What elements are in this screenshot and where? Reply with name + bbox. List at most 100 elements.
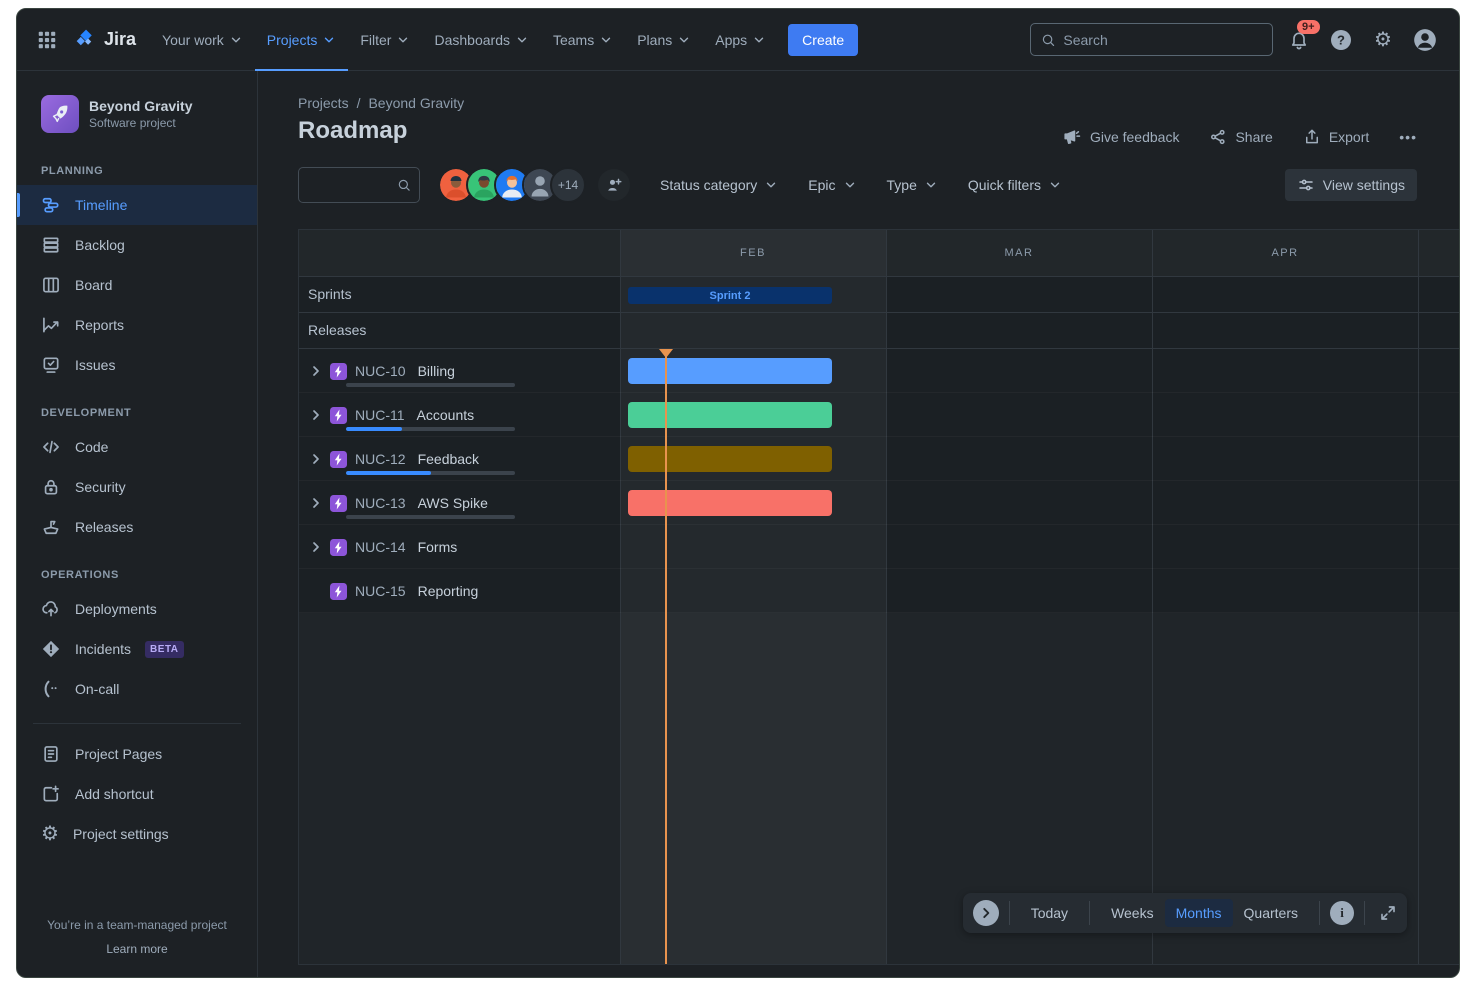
timeline-search-input[interactable]	[307, 177, 397, 193]
status-category-dropdown[interactable]: Status category	[660, 177, 778, 193]
info-icon[interactable]: i	[1330, 901, 1354, 925]
epic-row[interactable]: NUC-12 Feedback	[299, 437, 1459, 481]
sidebar-item-reports[interactable]: Reports	[17, 305, 257, 345]
breadcrumb-project-name[interactable]: Beyond Gravity	[368, 95, 464, 111]
chevron-down-icon	[843, 178, 857, 192]
epic-schedule-bar[interactable]	[628, 490, 832, 516]
create-button[interactable]: Create	[788, 24, 858, 56]
weeks-button[interactable]: Weeks	[1100, 899, 1165, 927]
assignee-avatar-group: +14	[438, 167, 586, 203]
breadcrumb-projects[interactable]: Projects	[298, 95, 349, 111]
sidebar-item-backlog[interactable]: Backlog	[17, 225, 257, 265]
timeline-icon	[41, 195, 61, 215]
timeline-search[interactable]	[298, 167, 420, 203]
global-search-input[interactable]	[1063, 32, 1262, 48]
sidebar-item-label: On-call	[75, 681, 119, 697]
more-actions-button[interactable]: •••	[1399, 129, 1417, 145]
nav-item-filter[interactable]: Filter	[348, 9, 422, 71]
issues-icon	[41, 355, 61, 375]
expand-chevron-icon[interactable]	[308, 363, 324, 379]
sprint-bar[interactable]: Sprint 2	[628, 287, 832, 304]
months-button[interactable]: Months	[1165, 899, 1233, 927]
epic-icon	[330, 451, 347, 468]
nav-item-dashboards[interactable]: Dashboards	[422, 9, 541, 71]
document-icon	[41, 744, 61, 764]
ship-icon	[41, 517, 61, 537]
nav-item-teams[interactable]: Teams	[541, 9, 625, 71]
board-icon	[41, 275, 61, 295]
sidebar-item-incidents[interactable]: Incidents BETA	[17, 629, 257, 669]
project-header[interactable]: Beyond Gravity Software project	[17, 91, 257, 143]
share-button[interactable]: Share	[1209, 128, 1272, 146]
sidebar-divider	[33, 723, 241, 724]
view-settings-label: View settings	[1323, 177, 1405, 193]
global-search[interactable]	[1030, 23, 1273, 56]
expand-chevron-icon[interactable]	[308, 407, 324, 423]
epic-icon	[330, 363, 347, 380]
view-settings-button[interactable]: View settings	[1285, 169, 1417, 201]
avatar-overflow-count[interactable]: +14	[550, 167, 586, 203]
fullscreen-icon[interactable]	[1379, 904, 1397, 922]
profile-button[interactable]	[1409, 24, 1441, 56]
epic-row[interactable]: NUC-15 Reporting	[299, 569, 1459, 613]
nav-item-plans[interactable]: Plans	[625, 9, 703, 71]
epic-schedule-bar[interactable]	[628, 446, 832, 472]
releases-label: Releases	[299, 313, 1459, 348]
sidebar-item-deployments[interactable]: Deployments	[17, 589, 257, 629]
epic-progress	[346, 471, 515, 475]
chevron-down-icon	[229, 33, 243, 47]
nav-item-your-work[interactable]: Your work	[150, 9, 255, 71]
sidebar-item-add-shortcut[interactable]: Add shortcut	[17, 774, 257, 814]
add-people-button[interactable]	[598, 169, 630, 201]
jira-home-link[interactable]: Jira	[73, 27, 136, 52]
expand-chevron-icon[interactable]	[308, 539, 324, 555]
code-icon	[41, 437, 61, 457]
epic-row[interactable]: NUC-11 Accounts	[299, 393, 1459, 437]
sidebar-item-security[interactable]: Security	[17, 467, 257, 507]
sidebar-item-label: Code	[75, 439, 108, 455]
month-label-feb: FEB	[740, 247, 766, 259]
lock-icon	[41, 477, 61, 497]
epic-schedule-bar[interactable]	[628, 358, 832, 384]
epic-dropdown[interactable]: Epic	[808, 177, 856, 193]
sidebar-item-timeline[interactable]: Timeline	[17, 185, 257, 225]
chevron-down-icon	[396, 33, 410, 47]
sidebar-item-board[interactable]: Board	[17, 265, 257, 305]
timeline-zoom-controls: Today Weeks Months Quarters i	[963, 893, 1407, 933]
epic-row[interactable]: NUC-13 AWS Spike	[299, 481, 1459, 525]
chevron-down-icon	[1048, 178, 1062, 192]
quick-filters-dropdown[interactable]: Quick filters	[968, 177, 1062, 193]
notifications-button[interactable]: 9+	[1283, 24, 1315, 56]
scroll-next-button[interactable]	[973, 900, 999, 926]
epic-title: Billing	[418, 363, 455, 379]
chevron-down-icon	[677, 33, 691, 47]
epic-progress	[346, 515, 515, 519]
today-button[interactable]: Today	[1020, 899, 1079, 927]
nav-item-projects[interactable]: Projects	[255, 9, 349, 71]
expand-chevron-icon[interactable]	[308, 451, 324, 467]
nav-item-apps[interactable]: Apps	[703, 9, 778, 71]
app-grid-icon	[36, 29, 58, 51]
sidebar-item-on-call[interactable]: On-call	[17, 669, 257, 709]
export-button[interactable]: Export	[1303, 128, 1369, 146]
quarters-button[interactable]: Quarters	[1233, 899, 1309, 927]
sidebar-item-project-settings[interactable]: ⚙ Project settings	[17, 814, 257, 854]
epic-schedule-bar[interactable]	[628, 402, 832, 428]
sidebar-item-code[interactable]: Code	[17, 427, 257, 467]
give-feedback-button[interactable]: Give feedback	[1062, 127, 1180, 147]
gear-icon: ⚙	[41, 824, 59, 844]
epic-row[interactable]: NUC-14 Forms	[299, 525, 1459, 569]
sidebar-item-project-pages[interactable]: Project Pages	[17, 734, 257, 774]
type-dropdown[interactable]: Type	[887, 177, 938, 193]
sidebar-item-releases[interactable]: Releases	[17, 507, 257, 547]
export-icon	[1303, 128, 1321, 146]
app-switcher-button[interactable]	[31, 24, 63, 56]
chevron-right-icon	[979, 906, 993, 920]
expand-chevron-icon[interactable]	[308, 495, 324, 511]
beta-badge: BETA	[145, 641, 183, 658]
settings-button[interactable]: ⚙	[1367, 24, 1399, 56]
sidebar-item-issues[interactable]: Issues	[17, 345, 257, 385]
help-button[interactable]: ?	[1325, 24, 1357, 56]
epic-row[interactable]: NUC-10 Billing	[299, 349, 1459, 393]
learn-more-link[interactable]: Learn more	[27, 942, 247, 956]
